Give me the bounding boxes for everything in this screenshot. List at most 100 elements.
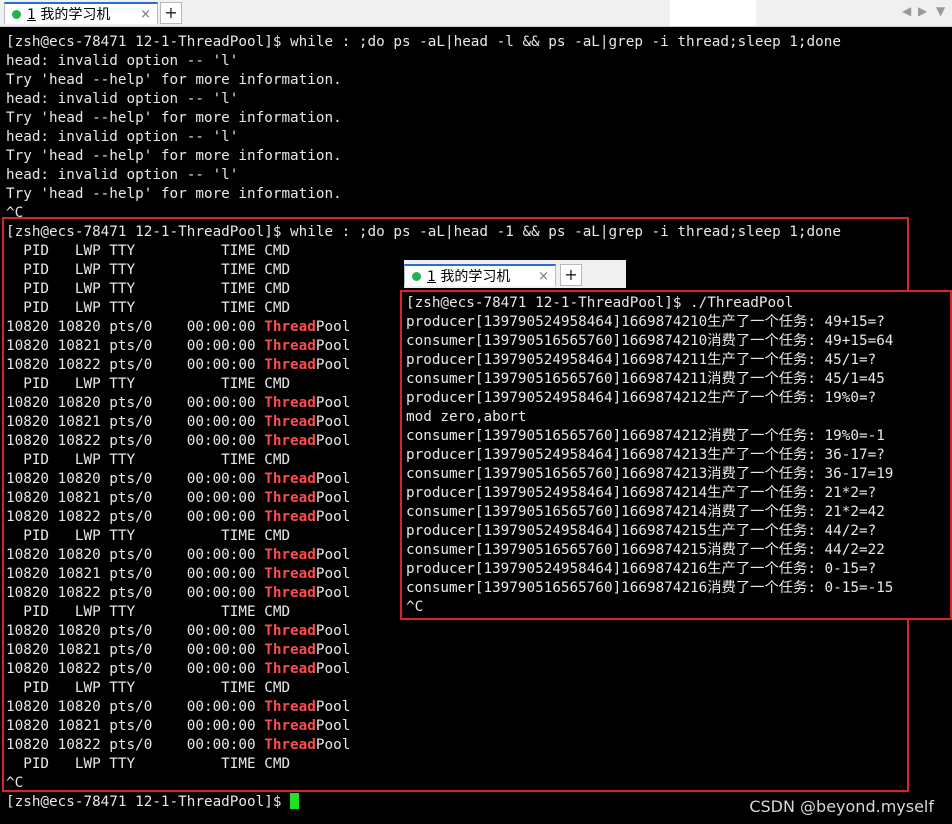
tab-menu-icon[interactable]: ▼: [936, 4, 945, 18]
terminal-line: head: invalid option -- 'l': [6, 90, 946, 109]
terminal-line: head: invalid option -- 'l': [6, 166, 946, 185]
overlay-terminal-line: producer[139790524958464]1669874216生产了一个…: [406, 561, 877, 577]
terminal-text: head: invalid option -- 'l': [6, 53, 239, 69]
terminal-text: 10820 10820 pts/0 00:00:00: [6, 395, 265, 411]
terminal-text: PID LWP TTY TIME CMD: [6, 243, 291, 259]
overlay-new-tab-button[interactable]: +: [560, 264, 582, 286]
grep-match-text: Thread: [264, 718, 316, 734]
terminal-text: PID LWP TTY TIME CMD: [6, 376, 291, 392]
terminal-text: Pool: [315, 623, 351, 639]
connected-status-icon: [12, 9, 21, 19]
terminal-text: 10820 10821 pts/0 00:00:00: [6, 718, 265, 734]
terminal-line: [zsh@ecs-78471 12-1-ThreadPool]$ while :…: [6, 33, 946, 52]
terminal-text: PID LWP TTY TIME CMD: [6, 452, 291, 468]
overlay-terminal-line: consumer[139790516565760]1669874211消费了一个…: [406, 371, 885, 387]
grep-match-text: Thread: [264, 585, 316, 601]
watermark: CSDN @beyond.myself: [749, 797, 934, 816]
terminal-line: Try 'head --help' for more information.: [6, 147, 946, 166]
overlay-connected-status-icon: [412, 271, 421, 281]
overlay-tab-label: 1 我的学习机: [427, 269, 511, 285]
overlay-terminal-line: [zsh@ecs-78471 12-1-ThreadPool]$ ./Threa…: [406, 295, 794, 311]
tab-label: 1 我的学习机: [27, 7, 111, 23]
terminal-text: 10820 10821 pts/0 00:00:00: [6, 414, 265, 430]
terminal-text: Pool: [315, 395, 351, 411]
terminal-text: Pool: [315, 414, 351, 430]
grep-match-text: Thread: [264, 471, 316, 487]
shell-prompt: [zsh@ecs-78471 12-1-ThreadPool]$: [6, 794, 291, 810]
scroll-tabs-left-icon[interactable]: ◀: [902, 4, 911, 18]
terminal-line: 10820 10820 pts/0 00:00:00 ThreadPool: [6, 622, 946, 641]
terminal-text: Pool: [315, 737, 351, 753]
tab-bar: 1 我的学习机 × + ◀ ▶ ▼: [0, 0, 952, 27]
terminal-text: 10820 10822 pts/0 00:00:00: [6, 357, 265, 373]
terminal-cursor: [290, 793, 300, 809]
grep-match-text: Thread: [264, 490, 316, 506]
terminal-text: PID LWP TTY TIME CMD: [6, 281, 291, 297]
terminal-text: 10820 10820 pts/0 00:00:00: [6, 319, 265, 335]
scroll-tabs-right-icon[interactable]: ▶: [918, 4, 927, 18]
terminal-text: 10820 10820 pts/0 00:00:00: [6, 623, 265, 639]
terminal-line: 10820 10821 pts/0 00:00:00 ThreadPool: [6, 641, 946, 660]
overlay-terminal-output[interactable]: [zsh@ecs-78471 12-1-ThreadPool]$ ./Threa…: [400, 290, 952, 620]
overlay-terminal-line: producer[139790524958464]1669874211生产了一个…: [406, 352, 877, 368]
terminal-text: Pool: [315, 490, 351, 506]
terminal-text: head: invalid option -- 'l': [6, 129, 239, 145]
terminal-text: PID LWP TTY TIME CMD: [6, 680, 291, 696]
terminal-text: 10820 10821 pts/0 00:00:00: [6, 642, 265, 658]
overlay-close-tab-icon[interactable]: ×: [538, 269, 549, 284]
terminal-text: Pool: [315, 642, 351, 658]
terminal-text: Pool: [315, 661, 351, 677]
overlay-terminal-window: 1 我的学习机 × + [zsh@ecs-78471 12-1-ThreadPo…: [400, 260, 952, 620]
overlay-terminal-line: producer[139790524958464]1669874212生产了一个…: [406, 390, 877, 406]
terminal-text: Pool: [315, 547, 351, 563]
overlay-terminal-line: producer[139790524958464]1669874210生产了一个…: [406, 314, 885, 330]
terminal-text: Pool: [315, 509, 351, 525]
terminal-text: Pool: [315, 585, 351, 601]
terminal-text: 10820 10822 pts/0 00:00:00: [6, 585, 265, 601]
terminal-text: Pool: [315, 566, 351, 582]
terminal-line: Try 'head --help' for more information.: [6, 185, 946, 204]
grep-match-text: Thread: [264, 547, 316, 563]
terminal-line: [zsh@ecs-78471 12-1-ThreadPool]$ while :…: [6, 223, 946, 242]
terminal-text: head: invalid option -- 'l': [6, 91, 239, 107]
overlay-terminal-line: ^C: [406, 599, 424, 615]
terminal-text: 10820 10821 pts/0 00:00:00: [6, 490, 265, 506]
terminal-text: Pool: [315, 338, 351, 354]
terminal-text: 10820 10822 pts/0 00:00:00: [6, 433, 265, 449]
grep-match-text: Thread: [264, 338, 316, 354]
overlay-tab-session-1[interactable]: 1 我的学习机 ×: [404, 264, 556, 286]
overlay-terminal-line: producer[139790524958464]1669874215生产了一个…: [406, 523, 877, 539]
overlay-terminal-line: consumer[139790516565760]1669874216消费了一个…: [406, 580, 894, 596]
terminal-text: 10820 10820 pts/0 00:00:00: [6, 471, 265, 487]
terminal-text: [zsh@ecs-78471 12-1-ThreadPool]$ while :…: [6, 34, 841, 50]
overlay-tab-bar: 1 我的学习机 × +: [404, 260, 626, 288]
terminal-text: Pool: [315, 319, 351, 335]
grep-match-text: Thread: [264, 699, 316, 715]
terminal-text: [zsh@ecs-78471 12-1-ThreadPool]$ while :…: [6, 224, 841, 240]
grep-match-text: Thread: [264, 509, 316, 525]
terminal-text: Pool: [315, 718, 351, 734]
grep-match-text: Thread: [264, 395, 316, 411]
grep-match-text: Thread: [264, 623, 316, 639]
terminal-text: 10820 10822 pts/0 00:00:00: [6, 737, 265, 753]
terminal-line: ^C: [6, 774, 946, 793]
grep-match-text: Thread: [264, 566, 316, 582]
grep-match-text: Thread: [264, 737, 316, 753]
terminal-text: Pool: [315, 357, 351, 373]
close-tab-icon[interactable]: ×: [140, 7, 151, 22]
grep-match-text: Thread: [264, 357, 316, 373]
new-tab-button[interactable]: +: [160, 2, 182, 24]
terminal-line: Try 'head --help' for more information.: [6, 109, 946, 128]
tab-session-1[interactable]: 1 我的学习机 ×: [4, 2, 158, 24]
terminal-line: head: invalid option -- 'l': [6, 128, 946, 147]
grep-match-text: Thread: [264, 319, 316, 335]
terminal-text: 10820 10822 pts/0 00:00:00: [6, 661, 265, 677]
terminal-line: ^C: [6, 204, 946, 223]
terminal-text: PID LWP TTY TIME CMD: [6, 528, 291, 544]
tab-bar-empty-area: [670, 0, 756, 26]
terminal-text: Try 'head --help' for more information.: [6, 148, 342, 164]
terminal-text: 10820 10820 pts/0 00:00:00: [6, 699, 265, 715]
overlay-terminal-line: consumer[139790516565760]1669874210消费了一个…: [406, 333, 894, 349]
terminal-text: Pool: [315, 471, 351, 487]
overlay-terminal-line: mod zero,abort: [406, 409, 527, 425]
